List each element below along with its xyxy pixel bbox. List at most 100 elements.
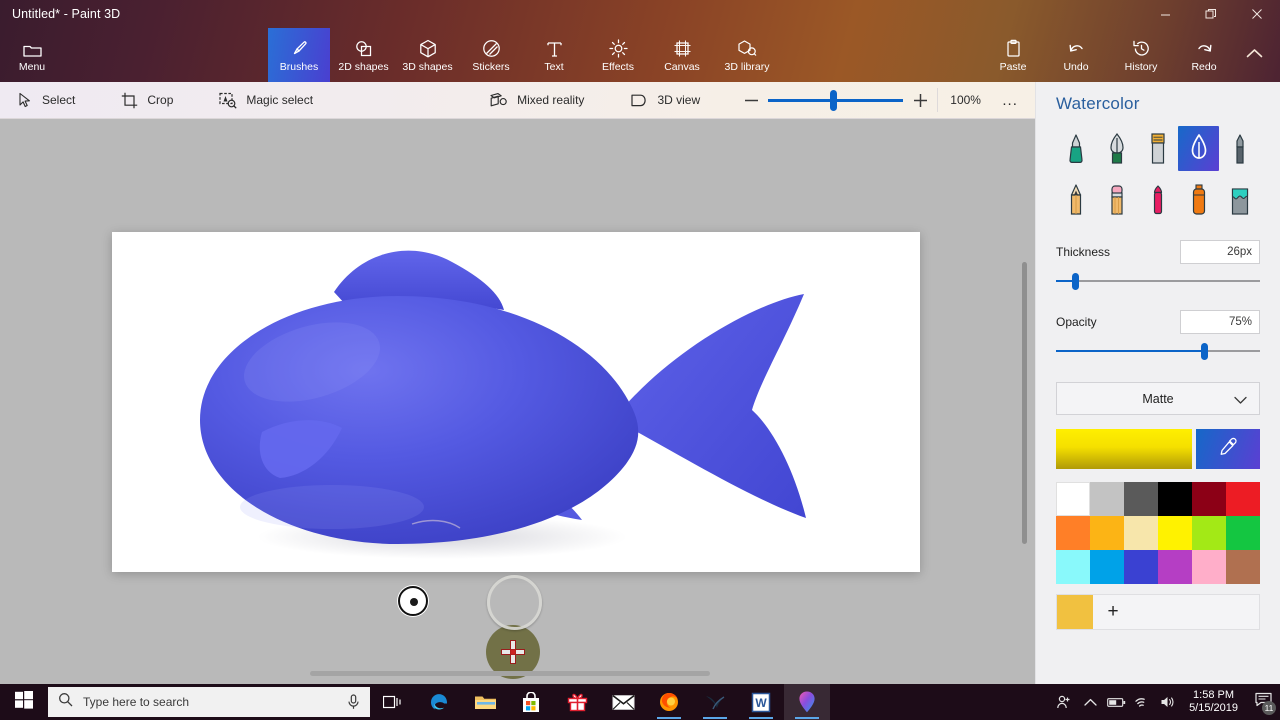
color-swatch[interactable] [1158,482,1192,516]
color-swatch[interactable] [1090,550,1124,584]
color-swatch[interactable] [1124,482,1158,516]
color-swatch[interactable] [1158,550,1192,584]
brush-eraser[interactable] [1097,177,1138,222]
history-button[interactable]: History [1110,28,1172,82]
people-icon[interactable] [1051,684,1077,720]
notifications-button[interactable]: 11 [1246,684,1280,720]
color-swatch[interactable] [1226,482,1260,516]
magic-select-tool[interactable]: Magic select [207,82,325,119]
select-tool[interactable]: Select [6,82,87,119]
color-swatch[interactable] [1158,516,1192,550]
gift-icon[interactable] [554,684,600,720]
brush-calligraphy-pen[interactable] [1097,126,1138,171]
color-swatch[interactable] [1192,550,1226,584]
3d-view-tool[interactable]: 3D view [618,82,712,119]
secondary-toolbar: Select Crop Magic select Mixed reality 3… [0,82,1035,119]
search-input[interactable]: Type here to search [48,687,370,717]
stickers-icon [482,38,501,58]
custom-color-swatch[interactable] [1057,595,1093,629]
redo-button[interactable]: Redo [1176,28,1232,82]
thickness-value[interactable]: 26px [1180,240,1260,264]
opacity-slider-thumb[interactable] [1200,343,1208,360]
x-app-icon[interactable] [692,684,738,720]
brush-crayon[interactable] [1138,177,1179,222]
clock-date: 5/15/2019 [1189,702,1238,714]
show-hidden-icons-icon[interactable] [1077,684,1103,720]
thickness-row: Thickness 26px [1056,240,1260,264]
battery-icon[interactable] [1103,684,1129,720]
zoom-slider[interactable] [768,82,904,119]
file-explorer-icon[interactable] [462,684,508,720]
zoom-slider-thumb[interactable] [830,89,838,111]
firefox-icon[interactable] [646,684,692,720]
color-swatch[interactable] [1226,550,1260,584]
task-view-icon[interactable] [370,684,416,720]
brush-pixel-pen[interactable] [1219,126,1260,171]
thickness-slider-thumb[interactable] [1072,273,1080,290]
paint3d-window: Untitled* - Paint 3D Menu Brushes 2D sha… [0,0,1280,720]
tab-2d-shapes[interactable]: 2D shapes [332,28,395,82]
eyedropper-button[interactable] [1196,429,1260,469]
zoom-out-button[interactable] [734,82,768,119]
zoom-percentage[interactable]: 100% [937,88,993,112]
brush-marker[interactable] [1056,126,1097,171]
canvas-icon [673,38,692,58]
mail-icon[interactable] [600,684,646,720]
opacity-slider[interactable] [1056,340,1260,362]
color-swatch[interactable] [1056,550,1090,584]
material-dropdown[interactable]: Matte [1056,382,1260,415]
color-swatch[interactable] [1124,550,1158,584]
crop-tool[interactable]: Crop [109,82,185,119]
color-swatch[interactable] [1192,482,1226,516]
microphone-icon[interactable] [347,694,360,715]
crop-tool-label: Crop [147,93,174,107]
paste-button[interactable]: Paste [985,28,1041,82]
color-swatch[interactable] [1056,516,1090,550]
edge-icon[interactable] [416,684,462,720]
color-swatch[interactable] [1090,482,1124,516]
brush-pencil[interactable] [1056,177,1097,222]
color-swatch[interactable] [1056,482,1090,516]
current-color-swatch[interactable] [1056,429,1192,469]
brush-fill[interactable] [1219,177,1260,222]
restore-button[interactable] [1188,0,1234,28]
tab-3d-shapes[interactable]: 3D shapes [396,28,459,82]
clock[interactable]: 1:58 PM 5/15/2019 [1181,689,1246,715]
start-button[interactable] [0,684,48,720]
mixed-reality-tool[interactable]: Mixed reality [477,82,596,119]
brush-watercolor[interactable] [1178,126,1220,171]
minimize-button[interactable] [1142,0,1188,28]
color-swatch[interactable] [1226,516,1260,550]
tab-text[interactable]: Text [530,28,578,82]
tab-canvas[interactable]: Canvas [652,28,712,82]
volume-icon[interactable] [1155,684,1181,720]
tab-effects[interactable]: Effects [588,28,648,82]
opacity-value[interactable]: 75% [1180,310,1260,334]
color-swatch[interactable] [1192,516,1226,550]
word-icon[interactable]: W [738,684,784,720]
tab-brushes[interactable]: Brushes [268,28,330,82]
vertical-scrollbar[interactable] [1022,262,1027,544]
workspace[interactable] [0,119,1035,684]
brush-oil[interactable] [1138,126,1179,171]
undo-icon [1067,38,1086,58]
color-swatch[interactable] [1090,516,1124,550]
collapse-ribbon-button[interactable] [1236,28,1272,82]
add-color-button[interactable]: + [1093,595,1133,629]
color-swatch[interactable] [1124,516,1158,550]
menu-button[interactable]: Menu [8,28,56,82]
paint3d-icon[interactable] [784,684,830,720]
close-button[interactable] [1234,0,1280,28]
brush-spray-can[interactable] [1178,177,1219,222]
tab-3d-library[interactable]: 3D library [712,28,782,82]
wifi-icon[interactable] [1129,684,1155,720]
zoom-in-button[interactable] [903,82,937,119]
undo-button[interactable]: Undo [1048,28,1104,82]
canvas-sheet[interactable] [112,232,920,679]
thickness-slider[interactable] [1056,270,1260,292]
horizontal-scrollbar[interactable] [310,671,710,676]
svg-text:W: W [755,696,767,710]
tab-stickers[interactable]: Stickers [460,28,522,82]
more-options-button[interactable]: ... [993,92,1027,109]
microsoft-store-icon[interactable] [508,684,554,720]
